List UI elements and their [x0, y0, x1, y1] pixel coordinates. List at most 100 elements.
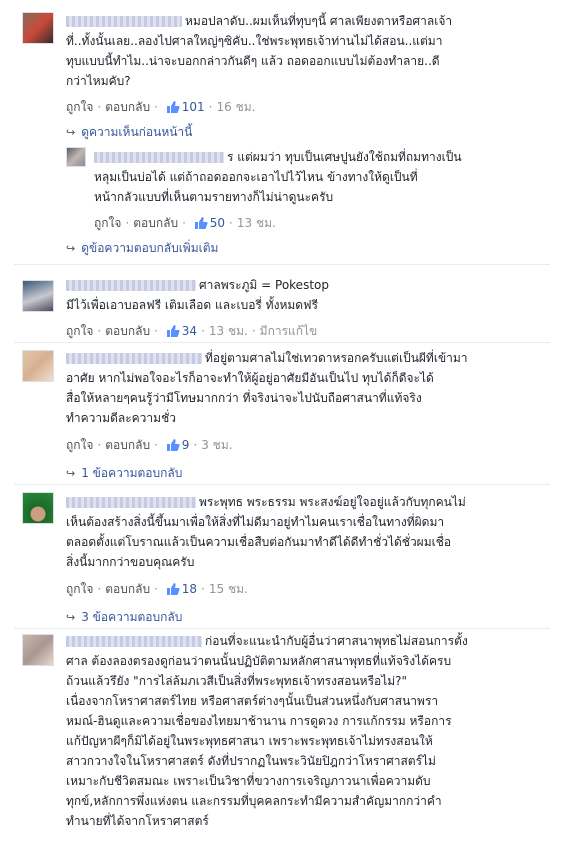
comment-text-line: มีไว้เพื่อเอาบอลฟรี เติมเลือด และเบอรี่ … [66, 298, 318, 312]
like-count[interactable]: 101 [182, 100, 205, 114]
divider [14, 484, 550, 485]
reply-button[interactable]: ตอบกลับ [105, 324, 150, 338]
timestamp[interactable]: 16 ชม. [217, 100, 256, 114]
comment-text-line: ที่อยู่ตามศาลไม่ใช่เทวดาหรอกครับแต่เป็นผ… [205, 351, 468, 365]
comment-text-line: ทำความดีละความชั่ว [66, 411, 176, 425]
comment-text-line: หลุมเป็นบ่อได้ แต่ถ้าถอดออกจะเอาไปไว้ไหน… [94, 170, 418, 184]
separator: · [97, 582, 102, 596]
separator: · [201, 324, 205, 338]
separator: · [125, 216, 130, 230]
like-count[interactable]: 18 [182, 582, 197, 596]
separator: · [97, 100, 102, 114]
avatar[interactable] [22, 280, 54, 312]
reply-arrow-icon: ↪ [66, 242, 76, 255]
comment-text-line: สื่อให้หลายๆคนรู้ว่ามีโทษมากกว่า ที่จริง… [66, 391, 422, 405]
comment-actions: ถูกใจ · ตอบกลับ · 18 · 15 ชม. [66, 581, 248, 597]
commenter-name[interactable] [66, 353, 202, 364]
avatar[interactable] [66, 147, 86, 167]
reply-button[interactable]: ตอบกลับ [105, 438, 150, 452]
reply-arrow-icon: ↪ [66, 611, 76, 624]
comment-text-line: ก่อนที่จะแนะนำกับผู้อื่นว่าศาสนาพุทธไม่ส… [205, 634, 468, 648]
like-button[interactable]: ถูกใจ [94, 216, 121, 230]
like-button[interactable]: ถูกใจ [66, 582, 93, 596]
thumbs-up-icon [166, 583, 180, 595]
reply-button[interactable]: ตอบกลับ [105, 582, 150, 596]
comment-text-line: ทุกข์,หลักการพึ่งแห่งตน และกรรมที่บุคคลก… [66, 794, 442, 808]
comment-text-line: แก้ปัญหาผีๆก็มิได้อยู่ในพระพุทธศาสนา เพร… [66, 734, 433, 748]
separator: · [182, 216, 186, 230]
like-button[interactable]: ถูกใจ [66, 438, 93, 452]
more-replies-link[interactable]: ↪ ดูข้อความตอบกลับเพิ่มเติม [66, 240, 218, 257]
separator: · [229, 216, 233, 230]
reply-arrow-icon: ↪ [66, 126, 76, 139]
replies-label: 1 ข้อความตอบกลับ [81, 466, 183, 480]
comment-actions: ถูกใจ · ตอบกลับ · 50 · 13 ชม. [94, 215, 276, 231]
comment-text-line: กว่าไหมคับ? [66, 74, 131, 88]
commenter-name[interactable] [94, 152, 224, 163]
separator: · [97, 438, 102, 452]
comment-text-line: หมอปลาดับ.. [185, 14, 253, 28]
like-button[interactable]: ถูกใจ [66, 324, 93, 338]
view-previous-label: ดูความเห็นก่อนหน้านี้ [81, 125, 193, 139]
comment-text-line: ศาล ต้องลองตรองดูก่อนว่าตนนั้นปฏิบัติตาม… [66, 654, 452, 668]
edited-label[interactable]: มีการแก้ไข [260, 324, 318, 338]
like-count[interactable]: 50 [210, 216, 225, 230]
comment-text-line: แต่ผมว่า ทุบเป็นเศษปูนยังใช้ถมที่ถมทางเป… [237, 150, 462, 164]
divider [14, 628, 550, 629]
comment-text-line: สิ่งนี้มากกว่าขอบคุณครับ [66, 555, 195, 569]
separator: · [154, 438, 158, 452]
commenter-name[interactable] [66, 280, 196, 291]
divider [14, 342, 550, 343]
thumbs-up-icon [166, 325, 180, 337]
comment-actions: ถูกใจ · ตอบกลับ · 101 · 16 ชม. [66, 99, 255, 115]
comment-text-line: ร [227, 150, 234, 164]
timestamp[interactable]: 3 ชม. [201, 438, 232, 452]
commenter-name[interactable] [66, 16, 182, 27]
avatar[interactable] [22, 492, 54, 524]
timestamp[interactable]: 13 ชม. [209, 324, 248, 338]
reply-arrow-icon: ↪ [66, 467, 76, 480]
comment-text-line: เนื่องจากโหราศาสตร์ไทย หรือศาสตร์ต่างๆนั… [66, 694, 439, 708]
separator: · [193, 438, 198, 452]
commenter-name[interactable] [66, 497, 196, 508]
thumbs-up-icon [194, 217, 208, 229]
comment-text-line: ตลอดตั้งแต่โบราณแล้วเป็นความเชื่อสืบต่อก… [66, 535, 452, 549]
separator: · [201, 582, 205, 596]
avatar[interactable] [22, 12, 54, 44]
comment-text-line: ทำนายที่ได้จากโหราศาสตร์ [66, 814, 209, 828]
timestamp[interactable]: 13 ชม. [237, 216, 276, 230]
more-replies-label: ดูข้อความตอบกลับเพิ่มเติม [81, 241, 219, 255]
reply-button[interactable]: ตอบกลับ [105, 100, 150, 114]
comment-text-line: เหมาะกับชีวิตสมณะ เพราะเป็นวิชาที่ขวางกา… [66, 774, 431, 788]
reply-button[interactable]: ตอบกลับ [133, 216, 178, 230]
like-count[interactable]: 34 [182, 324, 197, 338]
comment-text-line: เห็นต้องสร้างสิ่งนี้ขึ้นมาเพื่อให้สิ่งที… [66, 515, 445, 529]
comment-text-line: พระพุทธ พระธรรม พระสงฆ์อยู่ใจอยู่แล้วกับ… [199, 495, 466, 509]
thumbs-up-icon [166, 101, 180, 113]
avatar[interactable] [22, 634, 54, 666]
comment-text-line: ศาลพระภูมิ = Pokestop [199, 278, 329, 292]
replies-link[interactable]: ↪ 3 ข้อความตอบกลับ [66, 609, 182, 626]
like-count[interactable]: 9 [182, 438, 190, 452]
separator: · [154, 100, 158, 114]
comment-text-line: สาวกวางใจในโหราศาสตร์ ดังที่ปรากฏในพระวิ… [66, 754, 436, 768]
comment-text-line: หน้ากลัวแบบที่เห็นตามรายทางก็ไม่น่าดูนะค… [94, 190, 334, 204]
separator: · [251, 324, 256, 338]
separator: · [208, 100, 213, 114]
commenter-name[interactable] [66, 636, 202, 647]
separator: · [154, 324, 158, 338]
comment-text-line: ผมเห็นที่ทุบๆนี้ ศาลเพียงตาหรือศาลเจ้า [252, 14, 453, 28]
comment-text-line: ทุบแบบนี้ทำไม..น่าจะบอกกล่าวกันดีๆ แล้ว … [66, 54, 440, 68]
view-previous-link[interactable]: ↪ ดูความเห็นก่อนหน้านี้ [66, 124, 192, 141]
replies-link[interactable]: ↪ 1 ข้อความตอบกลับ [66, 465, 182, 482]
comment-text-line: ถ้วนแล้วรึยัง "การไล่ล้มภเวสีเป็นสิ่งที่… [66, 674, 408, 688]
comment-text-line: หมณ์-ฮินดูและความเชื่อของไทยมาช้านาน การ… [66, 714, 452, 728]
comment-text-line: ที่..ทั้งนั้นเลย..ลองไปศาลใหญ่ๆซิคับ..ใช… [66, 34, 443, 48]
timestamp[interactable]: 15 ชม. [209, 582, 248, 596]
replies-label: 3 ข้อความตอบกลับ [81, 610, 183, 624]
comment-text-line: อาศัย หากไม่พอใจอะไรก็อาจะทำให้ผู้อยู่อา… [66, 371, 434, 385]
avatar[interactable] [22, 350, 54, 382]
like-button[interactable]: ถูกใจ [66, 100, 93, 114]
separator: · [154, 582, 158, 596]
separator: · [97, 324, 102, 338]
